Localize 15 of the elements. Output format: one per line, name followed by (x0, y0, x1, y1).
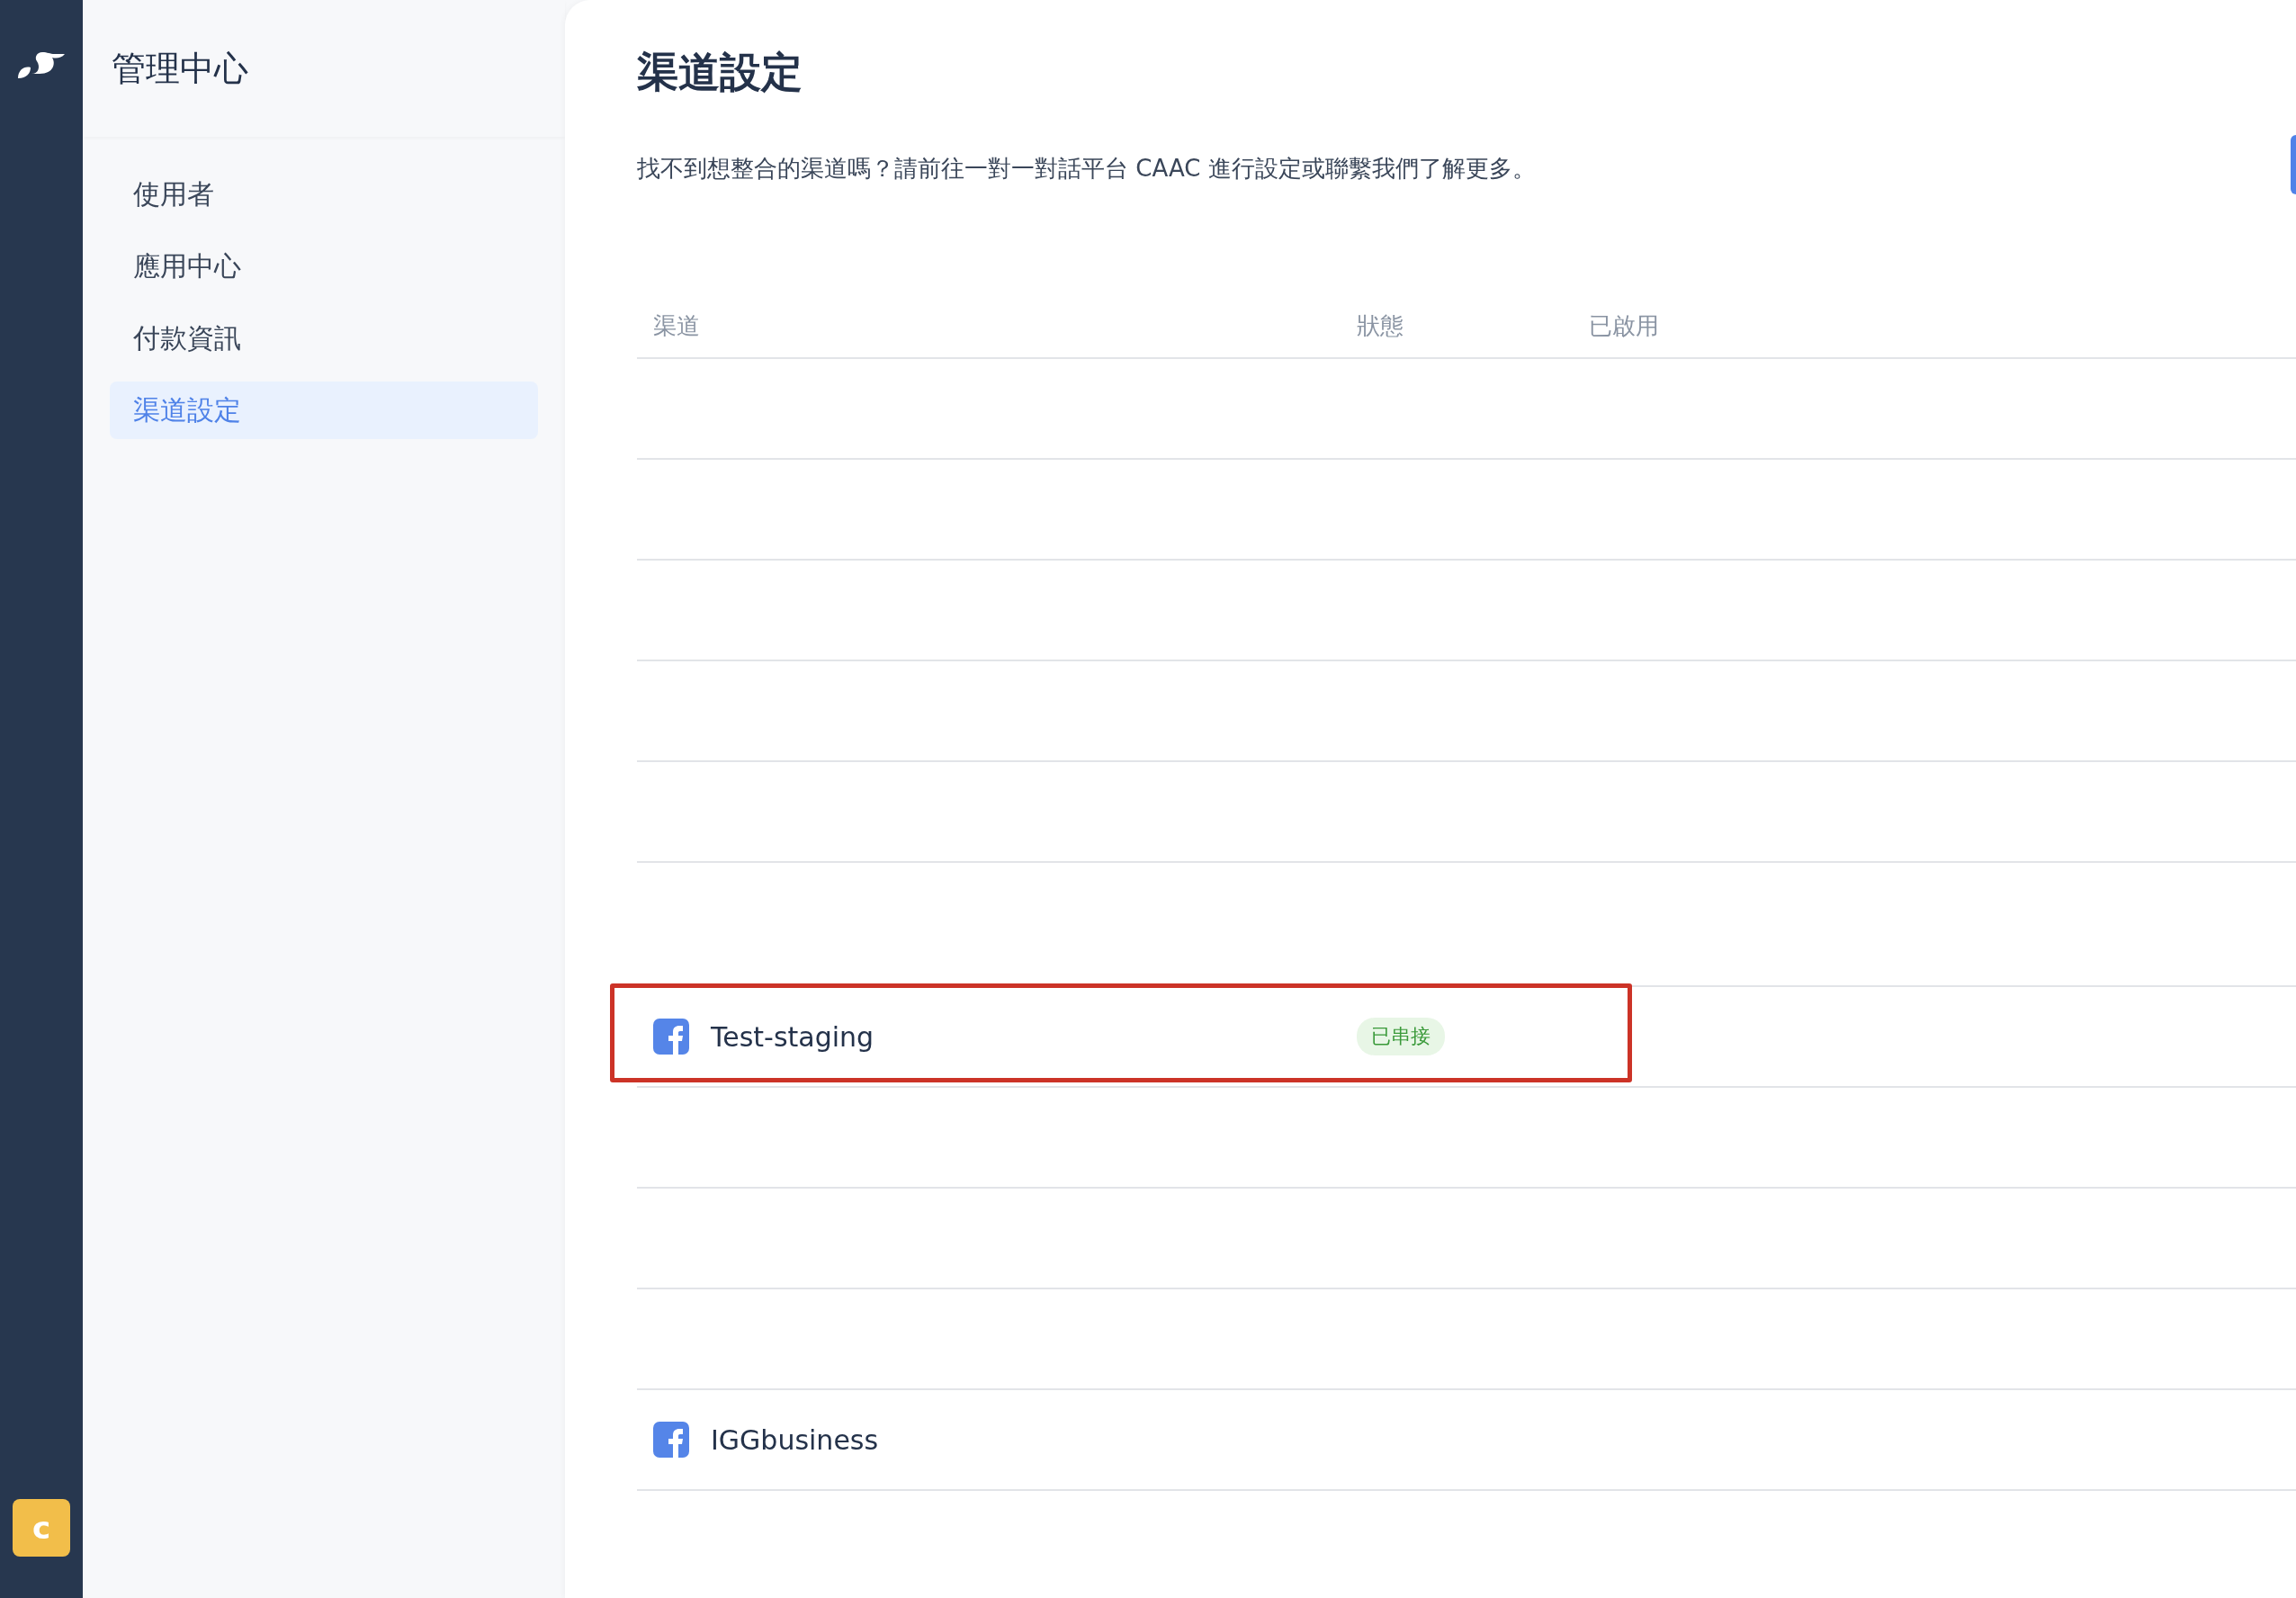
sidebar-item[interactable]: 付款資訊 (110, 310, 538, 367)
sidebar-item[interactable]: 使用者 (110, 166, 538, 223)
status-badge: 已串接 (1357, 1018, 1445, 1055)
column-header: 狀態 (1357, 310, 1404, 341)
sidebar-title: 管理中心 (83, 0, 565, 137)
page-description: 找不到想整合的渠道嗎？請前往一對一對話平台 CAAC 進行設定或聯繫我們了解更多。 (637, 154, 1536, 184)
facebook-icon (653, 1019, 689, 1055)
channel-name: Test-staging (711, 1020, 874, 1053)
cut-off-button[interactable] (2291, 135, 2296, 194)
sidebar-item[interactable]: 應用中心 (110, 238, 538, 295)
column-header: 已啟用 (1589, 311, 1659, 339)
page-title: 渠道設定 (637, 47, 803, 98)
column-header: 渠道 (653, 310, 700, 341)
channel-name: IGGbusiness (711, 1423, 879, 1456)
facebook-icon (653, 1422, 689, 1458)
